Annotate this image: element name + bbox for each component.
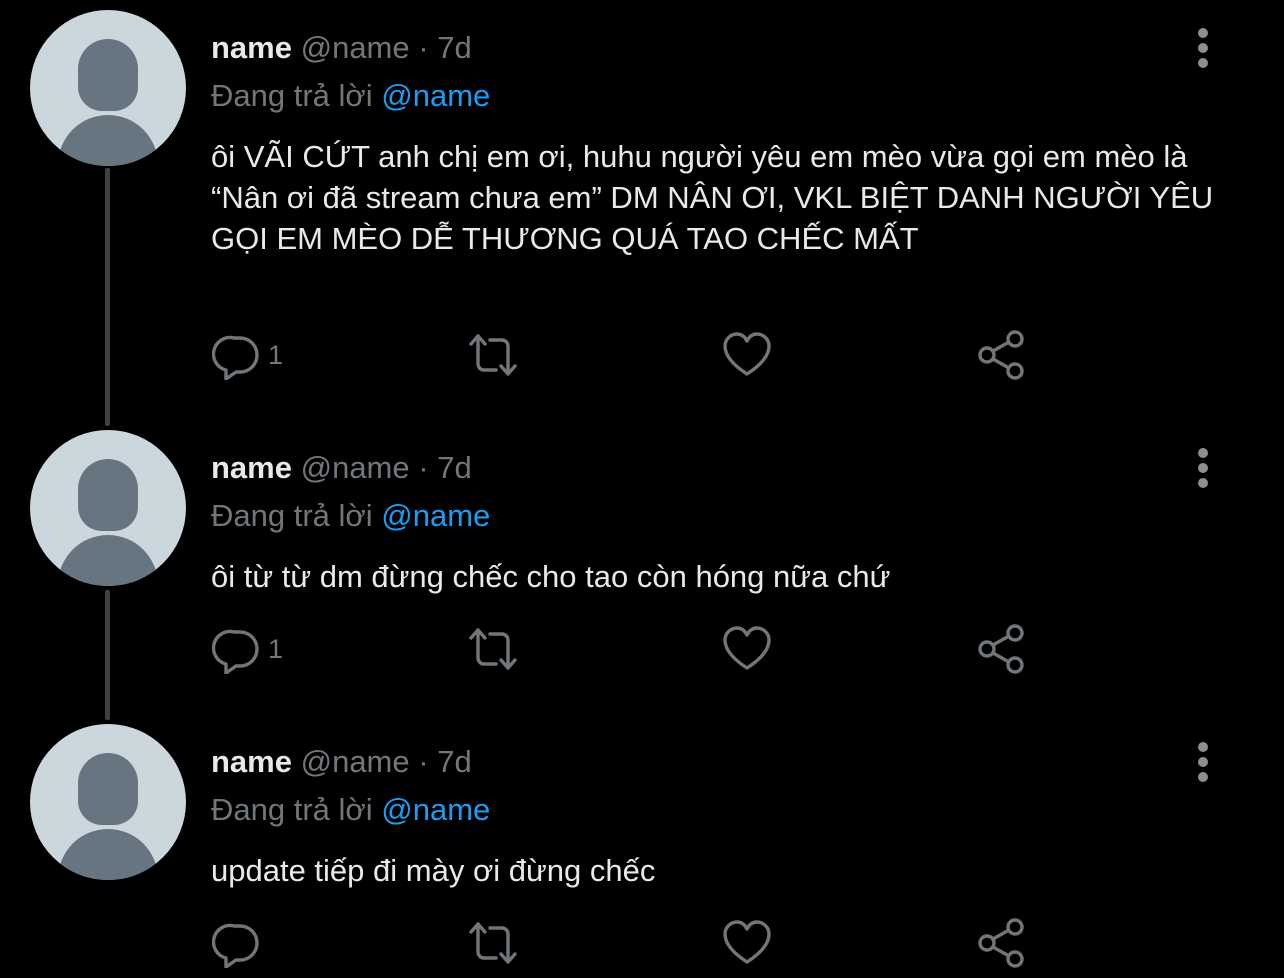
tweet-actions: 1 bbox=[0, 622, 1284, 676]
like-button[interactable] bbox=[722, 622, 772, 676]
default-avatar-icon bbox=[78, 39, 138, 111]
user-handle[interactable]: @name bbox=[301, 744, 410, 779]
avatar[interactable] bbox=[30, 10, 186, 166]
replying-to: Đang trả lời @name bbox=[211, 792, 490, 828]
retweet-icon bbox=[469, 922, 517, 964]
more-vertical-icon bbox=[1198, 448, 1208, 458]
reply-icon bbox=[212, 923, 259, 968]
replying-to-mention[interactable]: @name bbox=[381, 792, 490, 827]
more-vertical-icon bbox=[1198, 742, 1208, 752]
header-separator: · bbox=[418, 30, 429, 65]
display-name[interactable]: name bbox=[211, 30, 292, 65]
header-separator: · bbox=[418, 450, 429, 485]
tweet-actions: 1 bbox=[0, 328, 1284, 382]
default-avatar-icon bbox=[78, 753, 138, 825]
default-avatar-icon bbox=[78, 459, 138, 531]
heart-icon bbox=[723, 332, 771, 376]
timestamp[interactable]: 7d bbox=[437, 744, 471, 779]
more-options-button[interactable] bbox=[1186, 28, 1220, 68]
tweet-header: name @name · 7d bbox=[211, 450, 472, 486]
retweet-icon bbox=[469, 334, 517, 376]
replying-label: Đang trả lời bbox=[211, 498, 373, 533]
retweet-button[interactable] bbox=[468, 622, 518, 676]
share-button[interactable] bbox=[977, 916, 1027, 970]
tweet-header: name @name · 7d bbox=[211, 744, 472, 780]
like-button[interactable] bbox=[722, 916, 772, 970]
reply-button[interactable]: 1 bbox=[212, 622, 283, 676]
replying-to: Đang trả lời @name bbox=[211, 498, 490, 534]
retweet-button[interactable] bbox=[468, 916, 518, 970]
tweet-text: ôi từ từ dm đừng chếc cho tao còn hóng n… bbox=[211, 559, 891, 594]
header-separator: · bbox=[418, 744, 429, 779]
reply-button[interactable]: 1 bbox=[212, 328, 283, 382]
tweet[interactable]: name @name · 7d Đang trả lời @name ôi từ… bbox=[0, 430, 1284, 710]
share-icon bbox=[978, 624, 1024, 674]
tweet-actions bbox=[0, 916, 1284, 970]
replying-to: Đang trả lời @name bbox=[211, 78, 490, 114]
more-vertical-icon bbox=[1198, 28, 1208, 38]
reply-count: 1 bbox=[268, 339, 284, 370]
share-icon bbox=[978, 330, 1024, 380]
tweet[interactable]: name @name · 7d Đang trả lời @name ôi VÃ… bbox=[0, 10, 1284, 410]
replying-label: Đang trả lời bbox=[211, 78, 373, 113]
tweet-thread: name @name · 7d Đang trả lời @name ôi VÃ… bbox=[0, 0, 1284, 978]
replying-to-mention[interactable]: @name bbox=[381, 498, 490, 533]
display-name[interactable]: name bbox=[211, 744, 292, 779]
share-button[interactable] bbox=[977, 622, 1027, 676]
tweet[interactable]: name @name · 7d Đang trả lời @name updat… bbox=[0, 724, 1284, 978]
share-icon bbox=[978, 918, 1024, 968]
retweet-icon bbox=[469, 628, 517, 670]
reply-count: 1 bbox=[268, 633, 284, 664]
replying-label: Đang trả lời bbox=[211, 792, 373, 827]
replying-to-mention[interactable]: @name bbox=[381, 78, 490, 113]
heart-icon bbox=[723, 626, 771, 670]
heart-icon bbox=[723, 920, 771, 964]
timestamp[interactable]: 7d bbox=[437, 30, 471, 65]
user-handle[interactable]: @name bbox=[301, 30, 410, 65]
reply-button[interactable] bbox=[212, 916, 268, 970]
more-options-button[interactable] bbox=[1186, 742, 1220, 782]
tweet-header: name @name · 7d bbox=[211, 30, 472, 66]
reply-icon bbox=[212, 629, 259, 674]
tweet-text: update tiếp đi mày ơi đừng chếc bbox=[211, 853, 656, 888]
share-button[interactable] bbox=[977, 328, 1027, 382]
more-options-button[interactable] bbox=[1186, 448, 1220, 488]
timestamp[interactable]: 7d bbox=[437, 450, 471, 485]
user-handle[interactable]: @name bbox=[301, 450, 410, 485]
tweet-text: ôi VÃI CỨT anh chị em ơi, huhu người yêu… bbox=[211, 139, 1214, 256]
retweet-button[interactable] bbox=[468, 328, 518, 382]
avatar[interactable] bbox=[30, 430, 186, 586]
display-name[interactable]: name bbox=[211, 450, 292, 485]
avatar[interactable] bbox=[30, 724, 186, 880]
like-button[interactable] bbox=[722, 328, 772, 382]
reply-icon bbox=[212, 335, 259, 380]
